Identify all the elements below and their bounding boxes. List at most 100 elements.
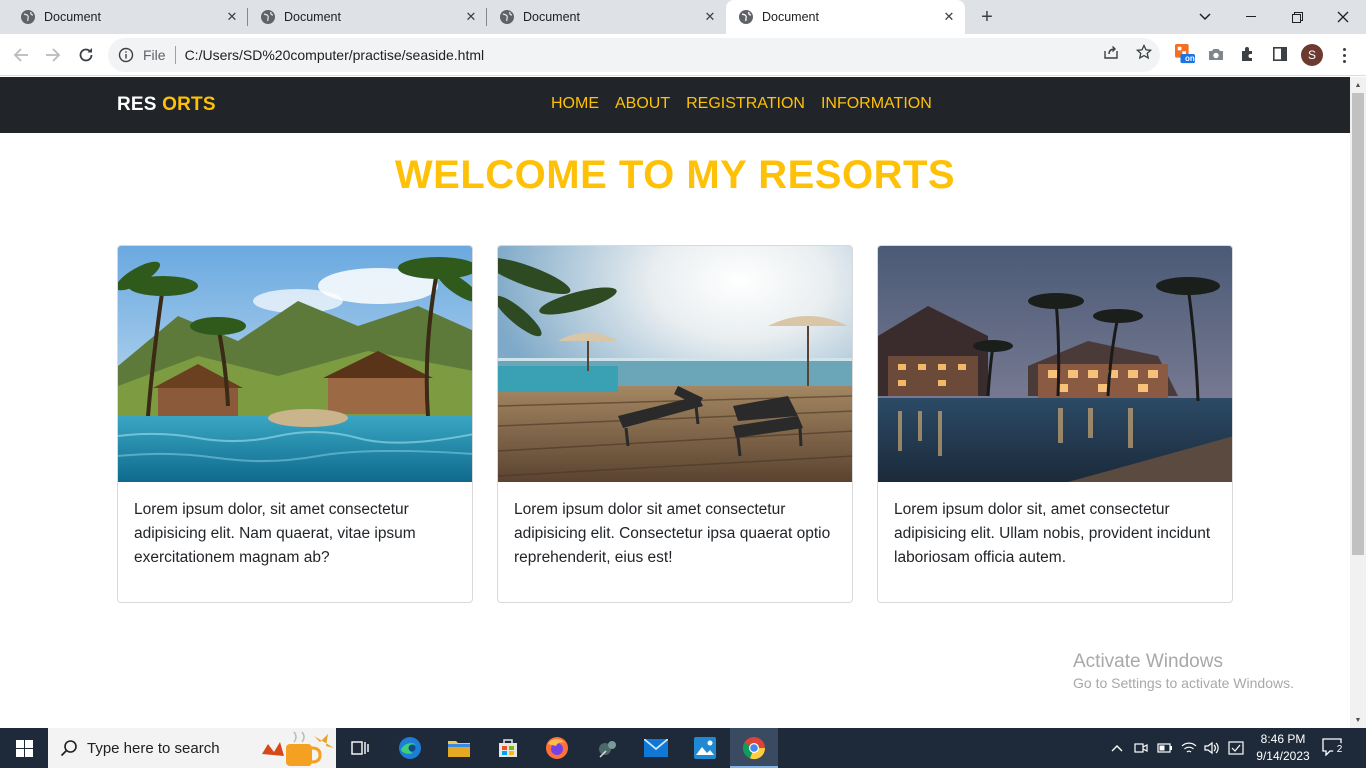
close-window-button[interactable] [1320, 0, 1366, 34]
scroll-up-icon[interactable]: ▲ [1350, 77, 1366, 93]
site-nav-links: HOME ABOUT REGISTRATION INFORMATION [551, 95, 932, 113]
notification-center-button[interactable]: 2 [1322, 738, 1346, 758]
new-tab-button[interactable]: + [977, 7, 997, 27]
close-icon[interactable]: ✕ [702, 9, 718, 25]
browser-toolbar: File C:/Users/SD%20computer/practise/sea… [0, 34, 1366, 76]
taskbar-photos[interactable] [691, 734, 719, 762]
bookmark-button[interactable] [1134, 42, 1154, 62]
page-viewport: RES ORTS HOME ABOUT REGISTRATION INFORMA… [0, 77, 1350, 728]
restore-icon [1291, 11, 1303, 23]
share-icon [1104, 46, 1118, 59]
nav-link-about[interactable]: ABOUT [615, 95, 670, 113]
back-button[interactable] [9, 43, 33, 67]
resort-card: Lorem ipsum dolor sit, amet consectetur … [877, 245, 1233, 603]
activate-windows-watermark: Activate Windows Go to Settings to activ… [1073, 651, 1294, 691]
reload-button[interactable] [74, 43, 98, 67]
site-brand[interactable]: RES ORTS [117, 94, 216, 116]
task-view-icon [351, 741, 369, 755]
volume-icon[interactable] [1204, 740, 1220, 756]
task-view-button[interactable] [346, 734, 374, 762]
clock-date: 9/14/2023 [1256, 749, 1310, 763]
taskbar-chrome-active[interactable] [730, 728, 778, 768]
meet-now-icon[interactable] [1133, 740, 1149, 756]
side-panel-icon [1273, 47, 1287, 61]
brand-accent-text: ORTS [162, 94, 216, 115]
battery-icon[interactable] [1157, 740, 1173, 756]
tab-search-button[interactable] [1182, 0, 1228, 34]
chrome-icon [742, 737, 766, 760]
address-url[interactable]: C:/Users/SD%20computer/practise/seaside.… [185, 47, 485, 63]
start-button[interactable] [0, 728, 48, 768]
taskbar-search-box[interactable]: Type here to search [48, 728, 336, 768]
page-title: WELCOME TO MY RESORTS [394, 153, 956, 197]
taskbar-app[interactable] [593, 734, 621, 762]
nav-link-information[interactable]: INFORMATION [821, 95, 932, 113]
card-text: Lorem ipsum dolor, sit amet consectetur … [134, 501, 416, 566]
autumn-mug-icon [262, 731, 334, 766]
restore-button[interactable] [1274, 0, 1320, 34]
taskbar-file-explorer[interactable] [445, 734, 473, 762]
address-bar[interactable]: File C:/Users/SD%20computer/practise/sea… [108, 38, 1160, 72]
resort-night-image [878, 246, 1232, 482]
app-icon [599, 741, 616, 758]
search-placeholder: Type here to search [87, 739, 220, 757]
minimize-button[interactable] [1228, 0, 1274, 34]
watermark-subtitle: Go to Settings to activate Windows. [1073, 675, 1294, 691]
wifi-icon[interactable] [1181, 740, 1197, 756]
tray-overflow-icon[interactable] [1109, 740, 1125, 756]
camera-icon [1209, 49, 1223, 60]
share-button[interactable] [1101, 42, 1121, 62]
folder-icon [448, 741, 470, 757]
page-scrollbar[interactable]: ▲ ▼ [1350, 77, 1366, 728]
tab-title: Document [523, 10, 580, 24]
site-navbar: RES ORTS HOME ABOUT REGISTRATION INFORMA… [0, 77, 1350, 133]
info-icon[interactable] [118, 47, 134, 63]
profile-avatar[interactable]: S [1301, 44, 1323, 66]
taskbar-store[interactable] [494, 734, 522, 762]
card-text: Lorem ipsum dolor sit amet consectetur a… [514, 501, 831, 566]
resort-card: Lorem ipsum dolor, sit amet consectetur … [117, 245, 473, 603]
menu-button[interactable] [1336, 44, 1352, 66]
screenshot-extension-button[interactable] [1206, 44, 1226, 64]
store-icon [499, 739, 517, 757]
taskbar-edge[interactable] [396, 734, 424, 762]
brand-text: RES [117, 94, 157, 115]
input-indicator-icon[interactable] [1228, 740, 1244, 756]
browser-tab-2[interactable]: Document ✕ [248, 0, 487, 34]
card-text: Lorem ipsum dolor sit, amet consectetur … [894, 501, 1211, 566]
sunlounger-deck-image [498, 246, 852, 482]
windows-taskbar: Type here to search 8:46 PM 9/14/2023 2 [0, 728, 1366, 768]
close-icon[interactable]: ✕ [224, 9, 240, 25]
globe-icon [261, 10, 275, 24]
close-icon[interactable]: ✕ [463, 9, 479, 25]
browser-tab-4-active[interactable]: Document ✕ [726, 0, 965, 34]
taskbar-clock[interactable]: 8:46 PM 9/14/2023 [1250, 731, 1316, 765]
taskbar-mail[interactable] [642, 734, 670, 762]
globe-icon [21, 10, 35, 24]
arrow-left-icon [13, 48, 28, 62]
tab-strip: Document ✕ Document ✕ Document ✕ Documen… [0, 0, 1366, 34]
browser-tab-1[interactable]: Document ✕ [0, 0, 248, 34]
edge-icon [399, 737, 421, 759]
extensions-button[interactable] [1238, 44, 1258, 64]
close-icon[interactable]: ✕ [941, 9, 957, 25]
extension-button[interactable]: on [1175, 44, 1195, 64]
tab-title: Document [44, 10, 101, 24]
browser-tab-3[interactable]: Document ✕ [487, 0, 726, 34]
firefox-icon [546, 737, 568, 759]
scrollbar-thumb[interactable] [1352, 93, 1364, 555]
globe-icon [739, 10, 753, 24]
watermark-title: Activate Windows [1073, 651, 1223, 672]
nav-link-home[interactable]: HOME [551, 95, 599, 113]
address-divider [174, 46, 176, 64]
forward-button[interactable] [41, 43, 65, 67]
scroll-down-icon[interactable]: ▼ [1350, 712, 1366, 728]
puzzle-icon [1242, 47, 1252, 61]
taskbar-firefox[interactable] [543, 734, 571, 762]
nav-link-registration[interactable]: REGISTRATION [686, 95, 805, 113]
mail-icon [644, 739, 668, 757]
star-icon [1136, 44, 1152, 60]
tropical-pool-image [118, 246, 472, 482]
side-panel-button[interactable] [1270, 44, 1290, 64]
tab-title: Document [762, 10, 819, 24]
